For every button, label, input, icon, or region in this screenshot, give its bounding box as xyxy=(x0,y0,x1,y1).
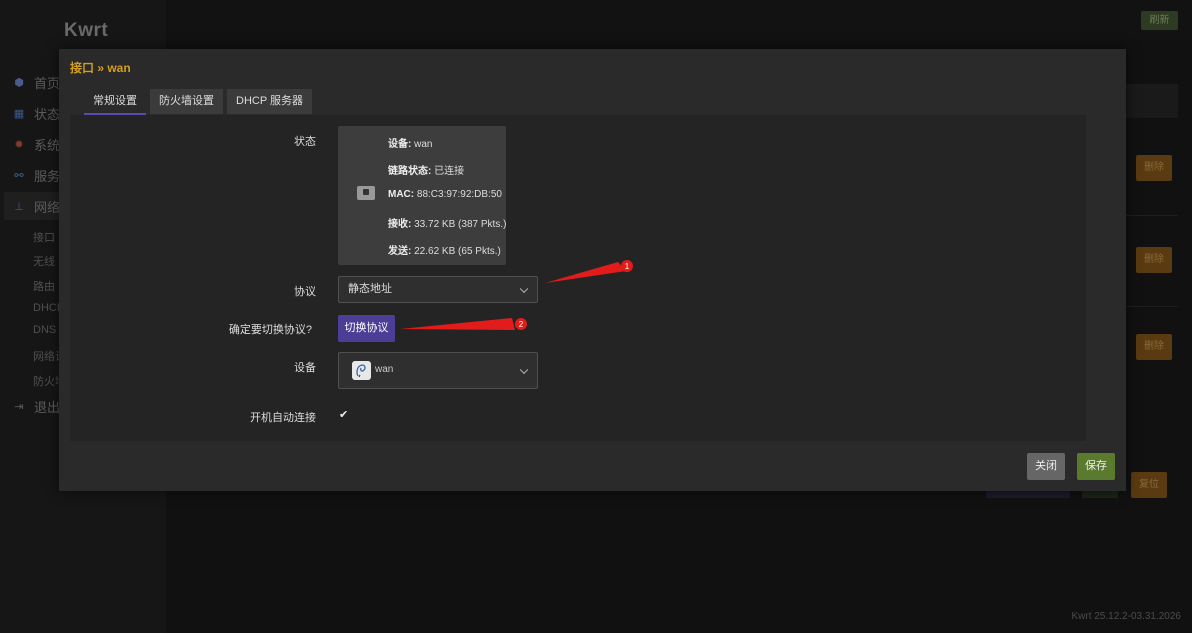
settings-panel xyxy=(70,115,1086,441)
autostart-checkbox[interactable]: ✔ xyxy=(339,409,351,421)
sidebar-item-label: 状态 xyxy=(34,106,61,122)
ethernet-port-icon xyxy=(357,186,375,200)
modal-title: 接口 » wan xyxy=(70,61,131,75)
delete-button[interactable]: 删除 xyxy=(1136,155,1172,181)
sidebar-item-label: 系统 xyxy=(34,137,61,153)
row-divider xyxy=(1126,306,1178,307)
status-tx-row: 发送: 22.62 KB (65 Pkts.) xyxy=(388,242,501,257)
footer-version: Kwrt 25.12.2-03.31.2026 xyxy=(1071,611,1181,622)
tab-dhcp-server[interactable]: DHCP 服务器 xyxy=(227,89,313,114)
sidebar-item-label: 首页 xyxy=(34,75,61,91)
protocol-label: 协议 xyxy=(294,286,316,298)
status-rx-value: 33.72 KB (387 Pkts.) xyxy=(414,219,507,230)
chevron-down-icon xyxy=(519,284,529,293)
status-link-key: 链路状态: xyxy=(388,166,432,177)
status-mac-row: MAC: 88:C3:97:92:DB:50 xyxy=(388,189,502,200)
sidebar-subitem-interfaces[interactable]: 接口 xyxy=(33,229,55,245)
device-label: 设备 xyxy=(294,362,316,374)
refresh-button[interactable]: 刷新 xyxy=(1141,11,1178,30)
status-tx-key: 发送: xyxy=(388,246,412,257)
status-rx-row: 接收: 33.72 KB (387 Pkts.) xyxy=(388,215,506,230)
network-icon: ⊥ xyxy=(14,200,24,213)
status-link-value: 已连接 xyxy=(434,166,465,177)
status-device-value: wan xyxy=(414,139,433,150)
status-tx-value: 22.62 KB (65 Pkts.) xyxy=(414,246,501,257)
tab-bar: 常规设置 防火墙设置 DHCP 服务器 xyxy=(84,89,316,115)
top-bar xyxy=(166,0,1192,40)
tab-general-settings[interactable]: 常规设置 xyxy=(84,89,146,115)
sidebar-subitem-dns[interactable]: DNS xyxy=(33,324,56,336)
autostart-label: 开机自动连接 xyxy=(250,412,316,424)
status-mac-value: 88:C3:97:92:DB:50 xyxy=(416,189,502,200)
interface-status-box: 设备: wan 链路状态: 已连接 MAC: 88:C3:97:92:DB:50… xyxy=(338,126,506,265)
gear-icon: ✹ xyxy=(14,138,24,151)
status-label: 状态 xyxy=(294,136,316,148)
status-mac-key: MAC: xyxy=(388,189,415,200)
protocol-select-value: 静态地址 xyxy=(348,283,392,295)
interface-modal: 接口 » wan 常规设置 防火墙设置 DHCP 服务器 状态 设备: wan … xyxy=(59,49,1126,491)
status-device-key: 设备: xyxy=(388,139,412,150)
row-divider xyxy=(1126,215,1178,216)
delete-button[interactable]: 删除 xyxy=(1136,334,1172,360)
sidebar-item-label: 网络 xyxy=(34,199,61,215)
device-select-value: wan xyxy=(375,364,394,375)
home-icon: ⬢ xyxy=(14,76,24,89)
confirm-switch-label: 确定要切换协议? xyxy=(228,324,312,336)
chevron-down-icon xyxy=(519,365,529,374)
brand-logo: Kwrt xyxy=(64,20,109,41)
table-header-band xyxy=(1126,84,1178,118)
delete-button[interactable]: 删除 xyxy=(1136,247,1172,273)
close-button[interactable]: 关闭 xyxy=(1027,453,1065,480)
status-rx-key: 接收: xyxy=(388,219,412,230)
sidebar-item-label: 退出 xyxy=(34,399,61,415)
device-select[interactable]: wan xyxy=(338,352,538,389)
link-icon: ⚯ xyxy=(14,169,24,182)
save-button[interactable]: 保存 xyxy=(1077,453,1115,480)
sidebar-subitem-routes[interactable]: 路由 xyxy=(33,278,55,294)
status-link-row: 链路状态: 已连接 xyxy=(388,162,464,177)
tab-firewall-settings[interactable]: 防火墙设置 xyxy=(150,89,223,114)
reset-button[interactable]: 复位 xyxy=(1131,472,1167,498)
sidebar-item-label: 服务 xyxy=(34,168,61,184)
status-device-row: 设备: wan xyxy=(388,135,432,150)
protocol-select[interactable]: 静态地址 xyxy=(338,276,538,303)
logout-icon: ⇥ xyxy=(14,400,24,413)
grid-icon: ▦ xyxy=(13,107,25,120)
sidebar-subitem-wireless[interactable]: 无线 xyxy=(33,253,55,269)
network-device-icon xyxy=(352,361,371,380)
switch-protocol-button[interactable]: 切换协议 xyxy=(338,315,395,342)
